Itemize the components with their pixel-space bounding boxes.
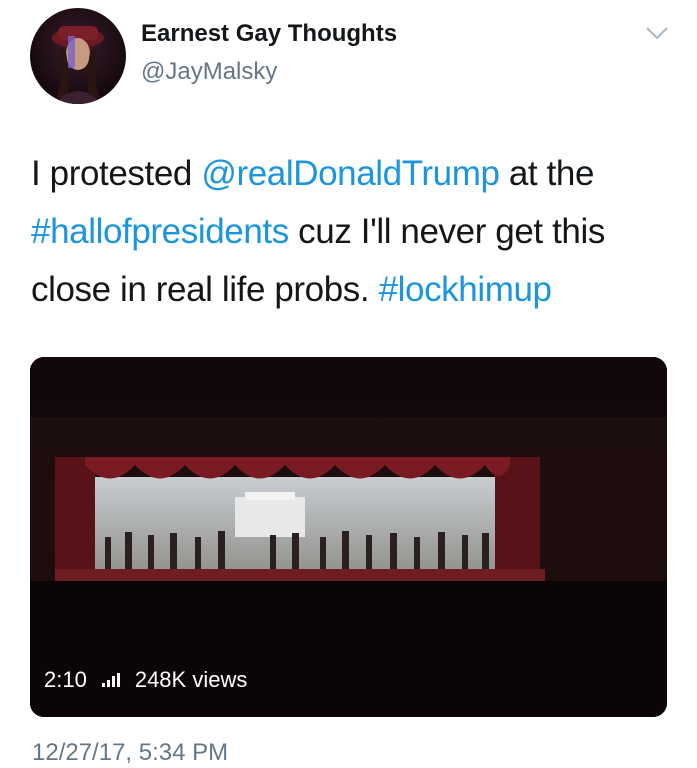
- profile-photo: [52, 26, 104, 104]
- mention-link[interactable]: @realDonaldTrump: [201, 154, 500, 193]
- hashtag-link[interactable]: #hallofpresidents: [31, 212, 289, 251]
- display-name[interactable]: Earnest Gay Thoughts: [141, 20, 397, 48]
- video-thumbnail: [30, 357, 667, 717]
- video-duration: 2:10: [44, 667, 87, 692]
- video-player[interactable]: [30, 357, 667, 717]
- view-count: 248K views: [134, 667, 248, 692]
- tweet-text-segment: I protested: [31, 154, 202, 193]
- chevron-down-icon[interactable]: [644, 24, 670, 42]
- user-handle[interactable]: @JayMalsky: [141, 58, 277, 86]
- signal-bars-icon: [101, 672, 123, 688]
- tweet-text: I protested @realDonaldTrump at the #hal…: [31, 145, 681, 319]
- tweet-text-segment: at the: [499, 154, 595, 193]
- avatar[interactable]: [30, 8, 126, 104]
- hashtag-link[interactable]: #lockhimup: [379, 270, 552, 309]
- video-overlay: 2:10 248K views: [44, 664, 247, 696]
- tweet-timestamp[interactable]: 12/27/17, 5:34 PM: [32, 739, 228, 767]
